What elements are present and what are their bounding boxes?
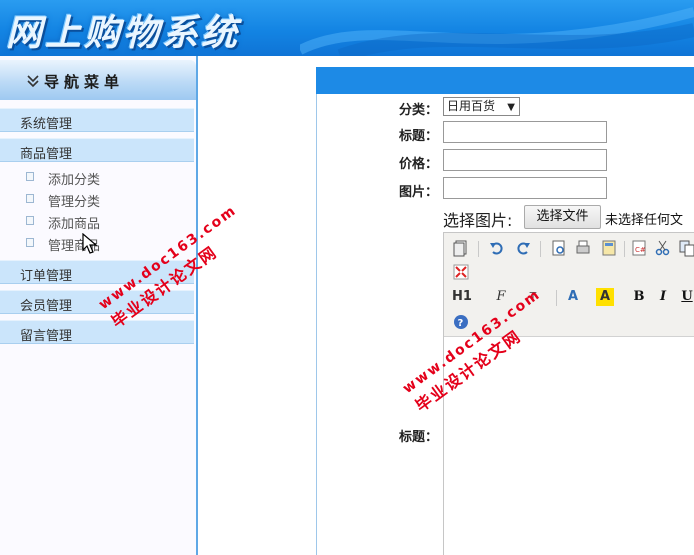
double-chevron-down-icon xyxy=(27,75,39,88)
italic-button[interactable]: I xyxy=(654,288,672,306)
sidebar-item-label: 会员管理 xyxy=(20,299,73,314)
bold-button[interactable]: B xyxy=(630,288,648,306)
content-label: 标题： xyxy=(399,430,439,445)
toolbar-separator xyxy=(540,241,541,257)
source-icon[interactable] xyxy=(452,239,470,257)
category-select-value: 日用百货 xyxy=(447,99,496,113)
sidebar-item-label: 系统管理 xyxy=(20,117,73,132)
sidebar-item-messages[interactable]: 留言管理 xyxy=(0,320,194,344)
fullscreen-icon[interactable] xyxy=(452,263,470,281)
price-input[interactable] xyxy=(443,149,607,171)
title-input[interactable] xyxy=(443,121,607,143)
font-color-button[interactable]: A xyxy=(564,288,582,306)
price-label: 价格： xyxy=(399,157,439,172)
image-input[interactable] xyxy=(443,177,607,199)
code-icon[interactable]: C# xyxy=(630,239,648,257)
template-icon[interactable] xyxy=(600,239,618,257)
nav-header-title: 导航菜单 xyxy=(44,73,125,91)
toolbar-separator xyxy=(478,241,479,257)
document-icon xyxy=(26,172,34,181)
category-select[interactable]: 日用百货 ▼ xyxy=(443,97,520,116)
choose-file-button[interactable]: 选择文件 xyxy=(524,205,601,229)
cut-icon[interactable] xyxy=(654,239,672,257)
sub-item-manage-category[interactable]: 管理分类 xyxy=(26,190,186,210)
sub-item-label: 添加分类 xyxy=(48,173,101,188)
file-status: 未选择任何文 xyxy=(605,213,684,228)
svg-text:C#: C# xyxy=(635,246,646,254)
app-title: 网上购物系统 xyxy=(6,13,241,54)
sub-item-add-category[interactable]: 添加分类 xyxy=(26,168,186,188)
editor-toolbar: C# H1 F T A A B I U ? xyxy=(444,233,694,337)
category-label: 分类： xyxy=(399,103,439,118)
mouse-cursor-icon xyxy=(82,233,98,254)
help-icon[interactable]: ? xyxy=(452,313,470,331)
font-family-dropdown[interactable]: F xyxy=(492,288,510,306)
sub-item-label: 添加商品 xyxy=(48,217,101,232)
sub-item-add-product[interactable]: 添加商品 xyxy=(26,212,186,232)
sidebar-item-label: 商品管理 xyxy=(20,147,73,162)
print-icon[interactable] xyxy=(574,239,592,257)
nav-header: 导航菜单 xyxy=(0,60,196,100)
redo-icon[interactable] xyxy=(514,239,532,257)
sidebar-item-label: 订单管理 xyxy=(20,269,73,284)
file-prompt: 选择图片: xyxy=(443,211,513,230)
underline-button[interactable]: U xyxy=(678,288,694,306)
heading-dropdown[interactable]: H1 xyxy=(452,288,480,306)
sidebar-item-system[interactable]: 系统管理 xyxy=(0,108,194,132)
highlight-color-button[interactable]: A xyxy=(596,288,614,306)
document-icon xyxy=(26,216,34,225)
toolbar-separator xyxy=(624,241,625,257)
copy-icon[interactable] xyxy=(678,239,694,257)
sidebar-item-products[interactable]: 商品管理 xyxy=(0,138,194,162)
title-label: 标题： xyxy=(399,129,439,144)
banner-decoration xyxy=(300,7,694,56)
document-icon xyxy=(26,194,34,203)
header-banner: 网上购物系统 xyxy=(0,0,694,56)
preview-icon[interactable] xyxy=(550,239,568,257)
dropdown-arrow-icon: ▼ xyxy=(507,102,515,113)
sub-item-label: 管理分类 xyxy=(48,195,101,210)
sub-item-manage-product[interactable]: 管理商品 xyxy=(26,234,186,254)
rich-text-editor[interactable]: C# H1 F T A A B I U ? xyxy=(443,232,694,555)
sidebar-item-label: 留言管理 xyxy=(20,329,73,344)
svg-text:?: ? xyxy=(458,318,464,329)
undo-icon[interactable] xyxy=(488,239,506,257)
content-header-bar xyxy=(316,67,694,94)
document-icon xyxy=(26,238,34,247)
image-label: 图片： xyxy=(399,185,439,200)
toolbar-separator xyxy=(556,290,557,306)
